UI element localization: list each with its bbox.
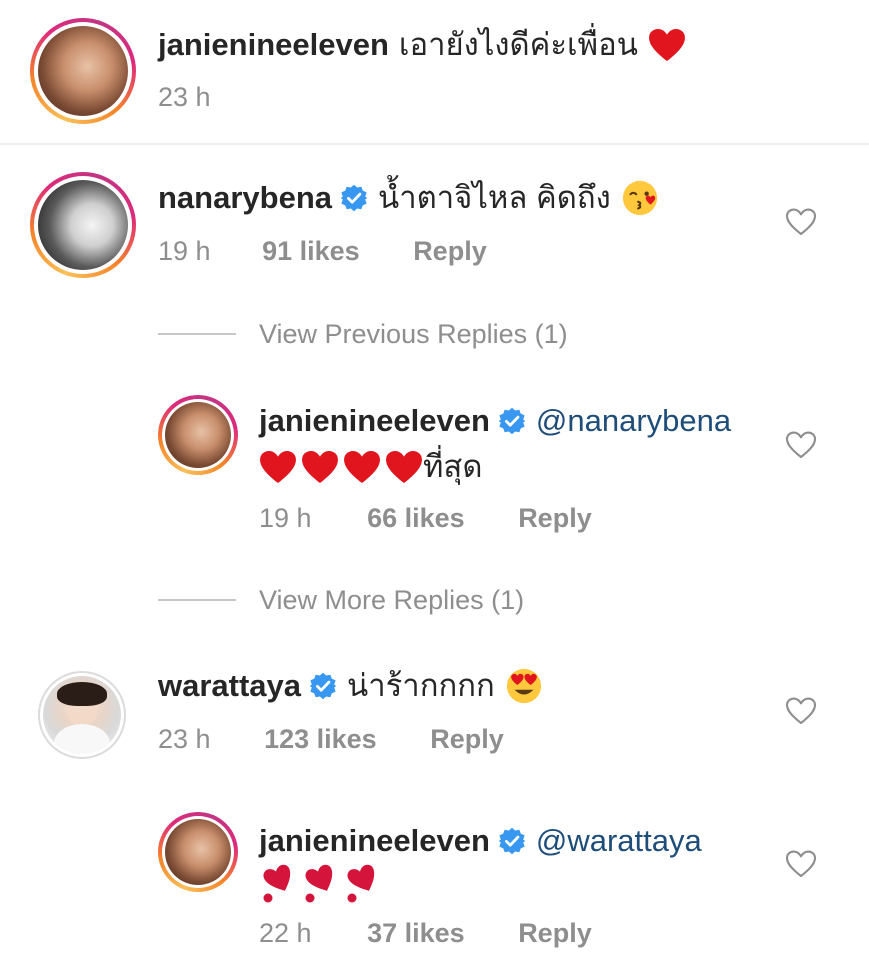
like-heart-icon[interactable]: [785, 849, 817, 879]
avatar-photo: [165, 402, 231, 468]
reply: janienineeleven @nanarybena: [259, 402, 731, 440]
red-heart-icon: [343, 450, 381, 484]
reply-button[interactable]: Reply: [518, 503, 592, 533]
avatar[interactable]: [38, 671, 126, 759]
timestamp: 19 h: [158, 236, 211, 266]
avatar-photo: [43, 676, 121, 754]
avatar[interactable]: [30, 18, 136, 124]
reply-button[interactable]: Reply: [518, 918, 592, 948]
kiss-face-icon: [621, 179, 659, 217]
timestamp: 23 h: [158, 724, 211, 754]
heart-exclamation-icon: [301, 864, 341, 904]
heart-eyes-face-icon: [505, 667, 543, 705]
username[interactable]: nanarybena: [158, 179, 332, 217]
like-heart-icon[interactable]: [785, 430, 817, 460]
view-more-replies[interactable]: View More Replies (1): [259, 584, 524, 616]
comment-meta: 23 h 123 likes Reply: [158, 723, 504, 755]
verified-badge-icon: [340, 184, 368, 212]
avatar[interactable]: [158, 812, 238, 892]
view-previous-replies[interactable]: View Previous Replies (1): [259, 318, 568, 350]
reply-text: ที่สุด: [423, 449, 483, 484]
heart-exclamation-icon: [343, 864, 383, 904]
comment-text: น้ำตาจิไหล คิดถึง: [378, 180, 611, 215]
reply-button[interactable]: Reply: [413, 236, 487, 266]
mention-link[interactable]: @nanarybena: [536, 402, 731, 440]
caption-text: เอายังไงดีค่ะเพื่อน: [398, 27, 638, 62]
avatar[interactable]: [158, 395, 238, 475]
avatar[interactable]: [30, 172, 136, 278]
username[interactable]: janienineeleven: [158, 26, 389, 64]
username[interactable]: janienineeleven: [259, 402, 490, 440]
red-heart-icon: [385, 450, 423, 484]
timestamp: 23 h: [158, 82, 211, 112]
likes-count[interactable]: 37 likes: [367, 918, 465, 948]
avatar-photo: [165, 819, 231, 885]
thread-line: [158, 333, 236, 335]
likes-count[interactable]: 66 likes: [367, 503, 465, 533]
caption-meta: 23 h: [158, 81, 211, 113]
mention-link[interactable]: @warattaya: [536, 822, 702, 860]
avatar-photo: [38, 180, 128, 270]
heart-exclamation-icon: [259, 864, 299, 904]
verified-badge-icon: [498, 827, 526, 855]
reply: janienineeleven @warattaya: [259, 822, 702, 860]
comment: warattaya น่าร้ากกกก: [158, 667, 543, 705]
reply-text-line: ที่สุด: [259, 448, 483, 486]
timestamp: 22 h: [259, 918, 312, 948]
likes-count[interactable]: 123 likes: [264, 724, 377, 754]
reply-meta: 19 h 66 likes Reply: [259, 502, 592, 534]
comment-text: น่าร้ากกกก: [347, 668, 495, 703]
likes-count[interactable]: 91 likes: [262, 236, 360, 266]
reply-button[interactable]: Reply: [430, 724, 504, 754]
comment-meta: 19 h 91 likes Reply: [158, 235, 487, 267]
comment: nanarybena น้ำตาจิไหล คิดถึง: [158, 179, 659, 217]
username[interactable]: warattaya: [158, 667, 301, 705]
thread-line: [158, 599, 236, 601]
verified-badge-icon: [498, 407, 526, 435]
like-heart-icon[interactable]: [785, 207, 817, 237]
reply-meta: 22 h 37 likes Reply: [259, 917, 592, 949]
verified-badge-icon: [309, 672, 337, 700]
caption: janienineeleven เอายังไงดีค่ะเพื่อน: [158, 26, 686, 64]
divider: [0, 143, 869, 145]
red-heart-icon: [259, 450, 297, 484]
timestamp: 19 h: [259, 503, 312, 533]
avatar-photo: [38, 26, 128, 116]
red-heart-icon: [648, 28, 686, 62]
like-heart-icon[interactable]: [785, 696, 817, 726]
reply-text-line: [259, 864, 383, 904]
username[interactable]: janienineeleven: [259, 822, 490, 860]
red-heart-icon: [301, 450, 339, 484]
